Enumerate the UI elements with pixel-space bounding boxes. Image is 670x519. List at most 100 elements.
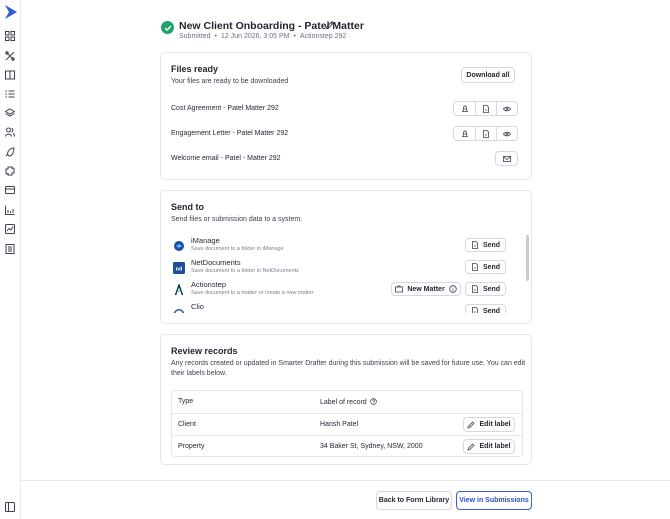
system-name: Actionstep bbox=[191, 280, 227, 289]
send-list-scrollbar[interactable] bbox=[526, 235, 529, 281]
files-ready-card: Files ready Your files are ready to be d… bbox=[160, 52, 532, 180]
system-description: Save document to a folder in iManage bbox=[191, 246, 284, 252]
system-item-netdocuments: nd NetDocuments Save document to a folde… bbox=[171, 258, 517, 280]
send-button-label: Send bbox=[482, 307, 501, 314]
records-table: Type Label of record Client Harish Patel… bbox=[171, 390, 523, 457]
puzzle-icon[interactable] bbox=[5, 166, 15, 176]
sidebar bbox=[0, 0, 21, 519]
column-header-label: Label of record bbox=[320, 398, 377, 406]
file-actions bbox=[453, 101, 518, 116]
review-records-description-line2: their labels below. bbox=[171, 370, 227, 377]
new-matter-label: New Matter bbox=[407, 285, 445, 293]
review-records-card: Review records Any records created or up… bbox=[160, 334, 532, 465]
review-records-title: Review records bbox=[171, 346, 238, 356]
clio-logo-icon bbox=[173, 306, 185, 313]
brand-logo-icon[interactable] bbox=[4, 4, 18, 20]
table-row: Client Harish Patel Edit label bbox=[172, 413, 522, 435]
edit-label-text: Edit label bbox=[479, 443, 511, 450]
column-header-type: Type bbox=[178, 398, 194, 405]
help-icon[interactable] bbox=[369, 398, 377, 405]
file-row: Welcome email - Patel - Matter 292 bbox=[171, 151, 523, 167]
preview-eye-icon[interactable] bbox=[496, 127, 517, 140]
edit-label-text: Edit label bbox=[479, 421, 511, 428]
svg-text:nd: nd bbox=[176, 266, 183, 272]
document-icon bbox=[472, 263, 478, 271]
record-label: Harish Patel bbox=[320, 421, 359, 428]
edit-title-pencil-icon[interactable] bbox=[325, 20, 335, 30]
system-description: Save document to a matter or create a ne… bbox=[191, 290, 314, 296]
ledger-icon[interactable] bbox=[5, 244, 15, 254]
footer-bar: Back to Form Library View in Submissions bbox=[21, 480, 670, 519]
card-icon[interactable] bbox=[5, 185, 15, 195]
pencil-icon bbox=[467, 443, 475, 451]
system-name: NetDocuments bbox=[191, 258, 241, 267]
document-icon[interactable] bbox=[475, 127, 496, 140]
document-icon[interactable] bbox=[475, 102, 496, 115]
main-content: New Client Onboarding - Patel Matter Sub… bbox=[21, 0, 670, 480]
info-icon[interactable] bbox=[448, 285, 457, 293]
document-icon bbox=[472, 241, 478, 249]
new-matter-button[interactable]: New Matter bbox=[391, 282, 461, 296]
send-button-label: Send bbox=[482, 263, 501, 271]
book-icon[interactable] bbox=[5, 70, 15, 80]
send-button[interactable]: Send bbox=[465, 282, 506, 296]
line-chart-icon[interactable] bbox=[5, 224, 15, 234]
file-actions bbox=[453, 126, 518, 141]
bar-chart-icon[interactable] bbox=[5, 205, 15, 215]
preview-eye-icon[interactable] bbox=[496, 102, 517, 115]
file-name: Cost Agreement - Patel Matter 292 bbox=[171, 105, 279, 112]
send-button-label: Send bbox=[482, 285, 501, 293]
system-description: Save document to a folder in NetDocument… bbox=[191, 268, 299, 274]
submission-reference: Actionstep 292 bbox=[299, 33, 347, 40]
system-name: iManage bbox=[191, 236, 220, 245]
table-header-row: Type Label of record bbox=[172, 391, 522, 413]
system-name: Clio bbox=[191, 302, 204, 311]
page-header: New Client Onboarding - Patel Matter Sub… bbox=[161, 19, 541, 45]
file-row: Engagement Letter - Patel Matter 292 bbox=[171, 126, 523, 142]
actionstep-logo-icon bbox=[173, 284, 185, 296]
edit-label-button[interactable]: Edit label bbox=[463, 439, 515, 454]
files-ready-description: Your files are ready to be downloaded bbox=[171, 78, 289, 85]
download-all-button[interactable]: Download all bbox=[461, 67, 515, 83]
page-title: New Client Onboarding - Patel Matter bbox=[179, 20, 364, 32]
send-to-title: Send to bbox=[171, 202, 204, 212]
review-records-description-line1: Any records created or updated in Smarte… bbox=[171, 360, 526, 367]
send-system-list[interactable]: iManage Save document to a folder in iMa… bbox=[171, 235, 517, 313]
grid-icon[interactable] bbox=[5, 31, 15, 41]
record-type: Property bbox=[178, 443, 205, 450]
edit-label-button[interactable]: Edit label bbox=[463, 417, 515, 432]
rocket-icon[interactable] bbox=[5, 147, 15, 157]
system-item-imanage: iManage Save document to a folder in iMa… bbox=[171, 236, 517, 258]
record-label: 34 Baker St, Sydney, NSW, 2000 bbox=[320, 443, 423, 450]
netdocuments-logo-icon: nd bbox=[173, 262, 185, 274]
back-to-form-library-button[interactable]: Back to Form Library bbox=[376, 491, 452, 510]
submission-meta: Submitted • 12 Jun 2026, 3:05 PM • Actionste… bbox=[179, 33, 347, 40]
table-row: Property 34 Baker St, Sydney, NSW, 2000 … bbox=[172, 435, 522, 457]
imanage-logo-icon bbox=[173, 240, 185, 252]
view-in-submissions-button[interactable]: View in Submissions bbox=[456, 491, 532, 510]
export-pdf-icon[interactable] bbox=[454, 127, 475, 140]
users-icon[interactable] bbox=[5, 127, 15, 137]
document-icon bbox=[472, 307, 478, 313]
email-icon[interactable] bbox=[496, 152, 517, 165]
panel-toggle-icon[interactable] bbox=[5, 502, 15, 512]
document-icon bbox=[472, 285, 478, 293]
send-button-label: Send bbox=[482, 241, 501, 249]
file-name: Engagement Letter - Patel Matter 292 bbox=[171, 130, 289, 137]
tools-icon[interactable] bbox=[5, 51, 15, 61]
export-pdf-icon[interactable] bbox=[454, 102, 475, 115]
success-check-icon bbox=[161, 21, 174, 34]
file-name: Welcome email - Patel - Matter 292 bbox=[171, 155, 281, 162]
list-icon[interactable] bbox=[5, 89, 15, 99]
system-item-actionstep: Actionstep Save document to a matter or … bbox=[171, 280, 517, 302]
send-button[interactable]: Send bbox=[465, 260, 506, 274]
layers-icon[interactable] bbox=[5, 108, 15, 118]
briefcase-icon bbox=[395, 285, 404, 293]
system-item-clio: Clio Send bbox=[171, 302, 517, 313]
pencil-icon bbox=[467, 421, 475, 429]
files-ready-title: Files ready bbox=[171, 64, 219, 74]
send-button[interactable]: Send bbox=[465, 304, 506, 313]
send-button[interactable]: Send bbox=[465, 238, 506, 252]
send-to-card: Send to Send files or submission data to… bbox=[160, 190, 532, 324]
file-actions bbox=[495, 151, 518, 166]
